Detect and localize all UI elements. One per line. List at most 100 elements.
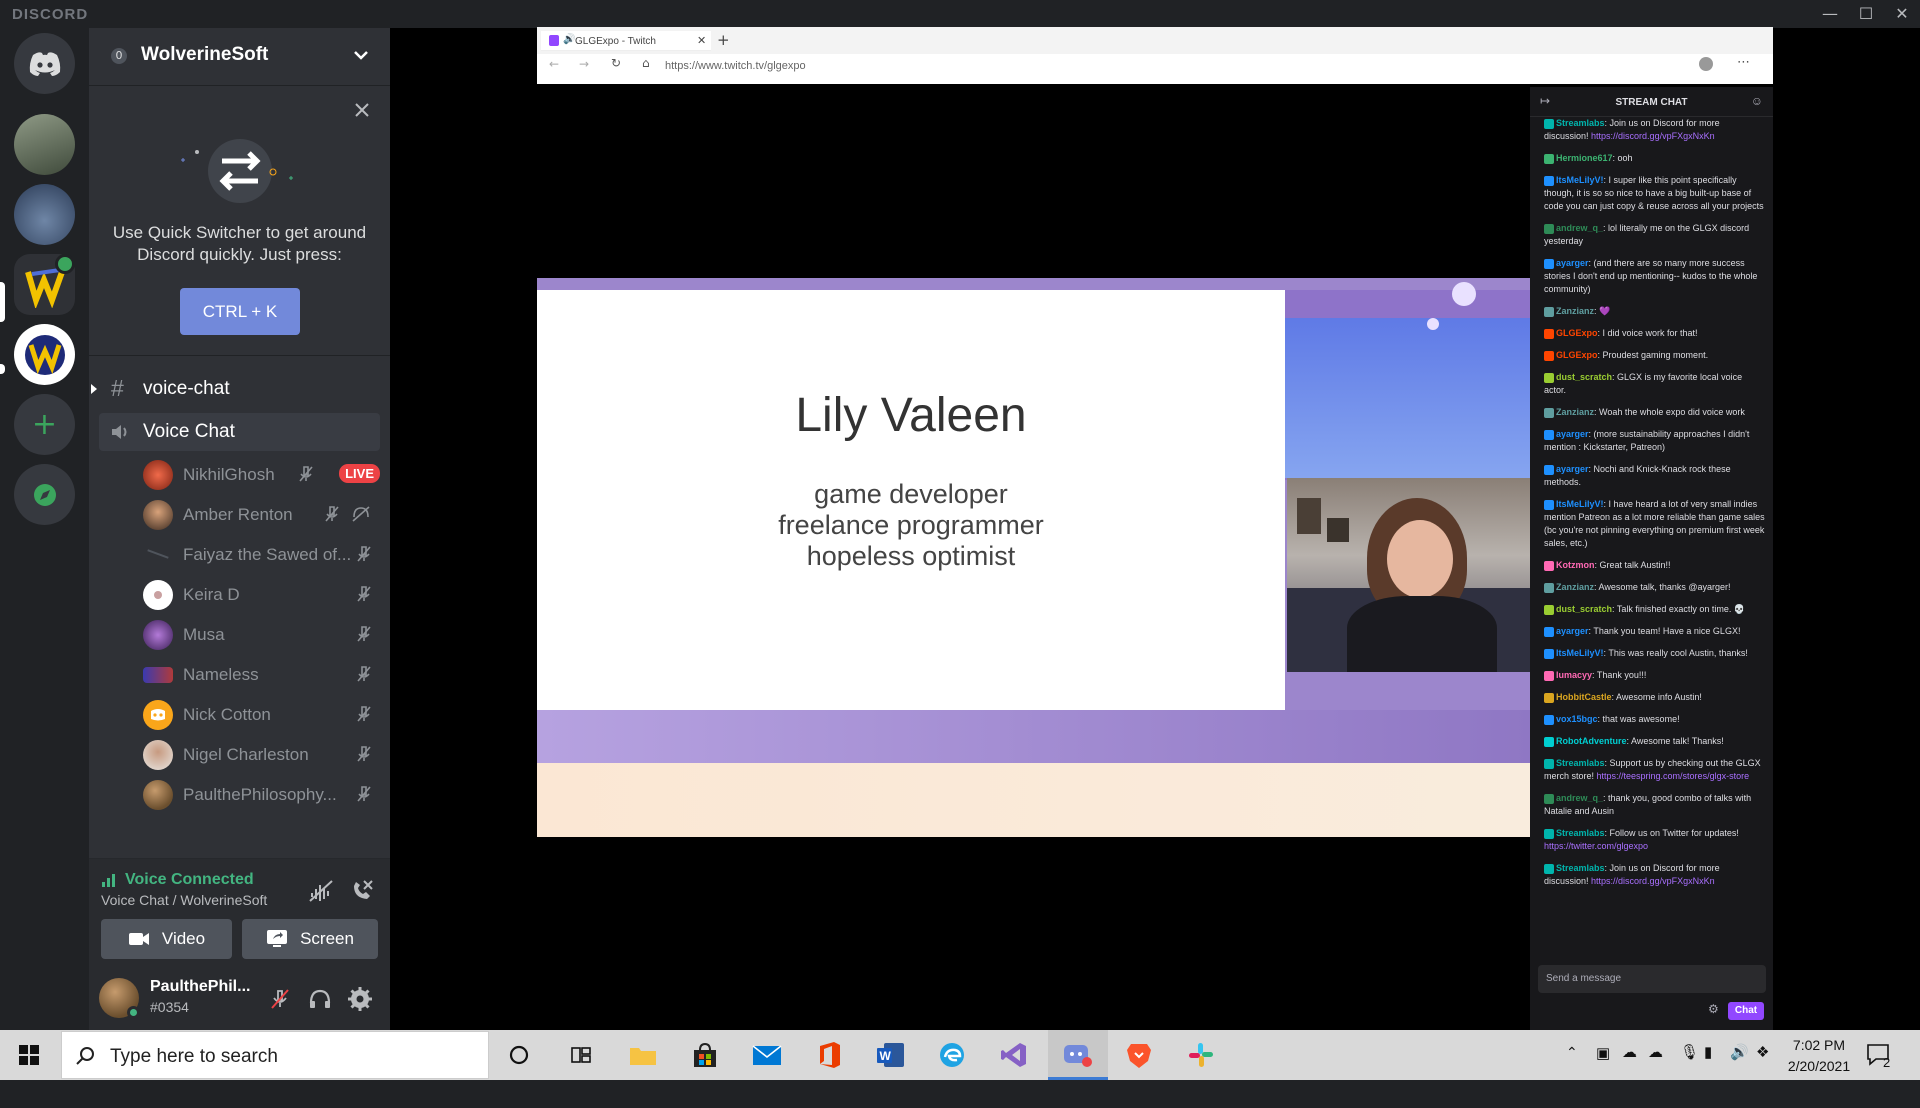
channel-voice-chat[interactable]: Voice Chat <box>99 413 380 451</box>
battery-icon[interactable]: ▮ <box>1704 1043 1712 1093</box>
headphones-icon[interactable] <box>308 988 332 1010</box>
chat-username[interactable]: dust_scratch <box>1556 372 1612 382</box>
chat-username[interactable]: Zanzianz <box>1556 306 1594 316</box>
chat-username[interactable]: ayarger <box>1556 626 1589 636</box>
volume-icon[interactable]: 🔊 <box>1730 1043 1749 1093</box>
word-button[interactable]: W <box>874 1038 908 1072</box>
chat-username[interactable]: vox15bgc <box>1556 714 1598 724</box>
server-header[interactable]: 0 WolverineSoft <box>89 28 390 86</box>
voice-user[interactable]: Amber Renton <box>143 495 380 533</box>
show-hidden-icons[interactable]: ⌃ <box>1566 1044 1578 1094</box>
server-icon-wolverinesoft[interactable] <box>14 324 75 385</box>
chat-username[interactable]: HobbitCastle <box>1556 692 1612 702</box>
close-tab-icon[interactable]: ✕ <box>697 34 706 47</box>
chat-username[interactable]: Hermione617 <box>1556 153 1613 163</box>
chat-username[interactable]: Zanzianz <box>1556 582 1594 592</box>
chat-username[interactable]: andrew_q_ <box>1556 223 1603 233</box>
store-button[interactable] <box>688 1038 722 1072</box>
chat-username[interactable]: Zanzianz <box>1556 407 1594 417</box>
chat-send-button[interactable]: Chat <box>1728 1002 1764 1020</box>
close-icon[interactable] <box>354 102 370 118</box>
close-window-button[interactable]: ✕ <box>1884 0 1920 28</box>
microphone-icon[interactable]: 🎙 <box>1680 1043 1699 1093</box>
chat-username[interactable]: Streamlabs <box>1556 118 1605 128</box>
chat-username[interactable]: ItsMeLilyV! <box>1556 499 1604 509</box>
chat-username[interactable]: ayarger <box>1556 429 1589 439</box>
maximize-button[interactable]: ☐ <box>1848 0 1884 28</box>
start-button[interactable] <box>12 1038 46 1072</box>
voice-user[interactable]: Keira D <box>143 575 380 613</box>
explore-servers-button[interactable] <box>14 464 75 525</box>
refresh-icon[interactable]: ↻ <box>611 56 621 70</box>
browser-tab[interactable]: 🔊 GLGExpo - Twitch ✕ <box>541 31 711 51</box>
voice-user[interactable]: Faiyaz the Sawed of... <box>143 535 380 573</box>
visual-studio-button[interactable] <box>997 1038 1031 1072</box>
chat-link[interactable]: https://teespring.com/stores/glgx-store <box>1597 771 1750 781</box>
voice-user[interactable]: Nick Cotton <box>143 695 380 733</box>
chat-username[interactable]: Streamlabs <box>1556 828 1605 838</box>
profile-avatar-icon[interactable] <box>1699 57 1713 71</box>
chat-username[interactable]: dust_scratch <box>1556 604 1612 614</box>
chat-username[interactable]: Streamlabs <box>1556 758 1605 768</box>
new-tab-icon[interactable]: + <box>717 31 730 49</box>
users-icon[interactable]: ☺ <box>1751 94 1763 108</box>
chat-username[interactable]: GLGExpo <box>1556 350 1598 360</box>
voice-user[interactable]: Nameless <box>143 655 380 693</box>
screen-share-button[interactable]: Screen <box>242 919 378 959</box>
mail-button[interactable] <box>750 1038 784 1072</box>
chat-username[interactable]: ItsMeLilyV! <box>1556 175 1604 185</box>
settings-gear-icon[interactable] <box>348 987 372 1011</box>
home-button[interactable] <box>14 33 75 94</box>
video-button[interactable]: Video <box>101 919 232 959</box>
chat-username[interactable]: lumacyy <box>1556 670 1592 680</box>
clock-date[interactable]: 2/20/2021 <box>1784 1058 1854 1108</box>
office-button[interactable] <box>813 1038 847 1072</box>
chat-settings-icon[interactable]: ⚙ <box>1708 1002 1719 1016</box>
server-icon-1[interactable] <box>14 114 75 175</box>
taskbar-search[interactable]: Type here to search <box>61 1031 489 1079</box>
voice-user[interactable]: Nigel Charleston <box>143 735 380 773</box>
onedrive-icon[interactable]: ☁ <box>1622 1043 1637 1093</box>
chat-username[interactable]: andrew_q_ <box>1556 793 1603 803</box>
voice-location[interactable]: Voice Chat / WolverineSoft <box>101 892 267 908</box>
chat-link[interactable]: https://twitter.com/glgexpo <box>1544 841 1648 851</box>
home-icon[interactable]: ⌂ <box>642 56 650 70</box>
file-explorer-button[interactable] <box>626 1038 660 1072</box>
chat-username[interactable]: GLGExpo <box>1556 328 1598 338</box>
chat-username[interactable]: Kotzmon <box>1556 560 1595 570</box>
forward-icon[interactable]: → <box>579 57 589 71</box>
more-menu-icon[interactable]: ⋯ <box>1737 55 1750 70</box>
voice-user[interactable]: NikhilGhosh LIVE <box>143 455 380 493</box>
username[interactable]: PaulthePhil... <box>150 978 250 996</box>
tablet-icon[interactable]: ▣ <box>1596 1044 1610 1094</box>
back-icon[interactable]: ← <box>549 57 559 71</box>
brave-button[interactable] <box>1122 1038 1156 1072</box>
cloud-icon[interactable]: ☁ <box>1648 1043 1663 1093</box>
server-icon-2[interactable] <box>14 184 75 245</box>
noise-suppression-icon[interactable] <box>308 879 334 903</box>
cortana-button[interactable] <box>502 1038 536 1072</box>
voice-status[interactable]: Voice Connected <box>125 871 254 889</box>
minimize-button[interactable]: — <box>1812 0 1848 28</box>
disconnect-icon[interactable] <box>349 878 375 904</box>
mute-mic-icon[interactable] <box>269 988 291 1010</box>
dropbox-icon[interactable]: ❖ <box>1756 1043 1769 1093</box>
voice-user[interactable]: Musa <box>143 615 380 653</box>
voice-user[interactable]: PaulthePhilosophy... <box>143 775 380 813</box>
chat-username[interactable]: ayarger <box>1556 464 1589 474</box>
edge-button[interactable] <box>935 1038 969 1072</box>
chat-username[interactable]: ItsMeLilyV! <box>1556 648 1604 658</box>
discord-taskbar-button[interactable] <box>1061 1038 1095 1072</box>
chat-link[interactable]: https://discord.gg/vpFXgxNxKn <box>1591 876 1715 886</box>
quick-switcher-shortcut-button[interactable]: CTRL + K <box>180 288 300 335</box>
slack-button[interactable] <box>1184 1038 1218 1072</box>
add-server-button[interactable]: + <box>14 394 75 455</box>
address-bar[interactable]: https://www.twitch.tv/glgexpo <box>665 60 806 72</box>
chat-input[interactable]: Send a message <box>1538 965 1766 993</box>
task-view-button[interactable] <box>564 1038 598 1072</box>
chat-link[interactable]: https://discord.gg/vpFXgxNxKn <box>1591 131 1715 141</box>
channel-voice-chat-text[interactable]: # voice-chat <box>91 370 380 408</box>
chat-username[interactable]: RobotAdventure <box>1556 736 1627 746</box>
chat-username[interactable]: ayarger <box>1556 258 1589 268</box>
chat-username[interactable]: Streamlabs <box>1556 863 1605 873</box>
